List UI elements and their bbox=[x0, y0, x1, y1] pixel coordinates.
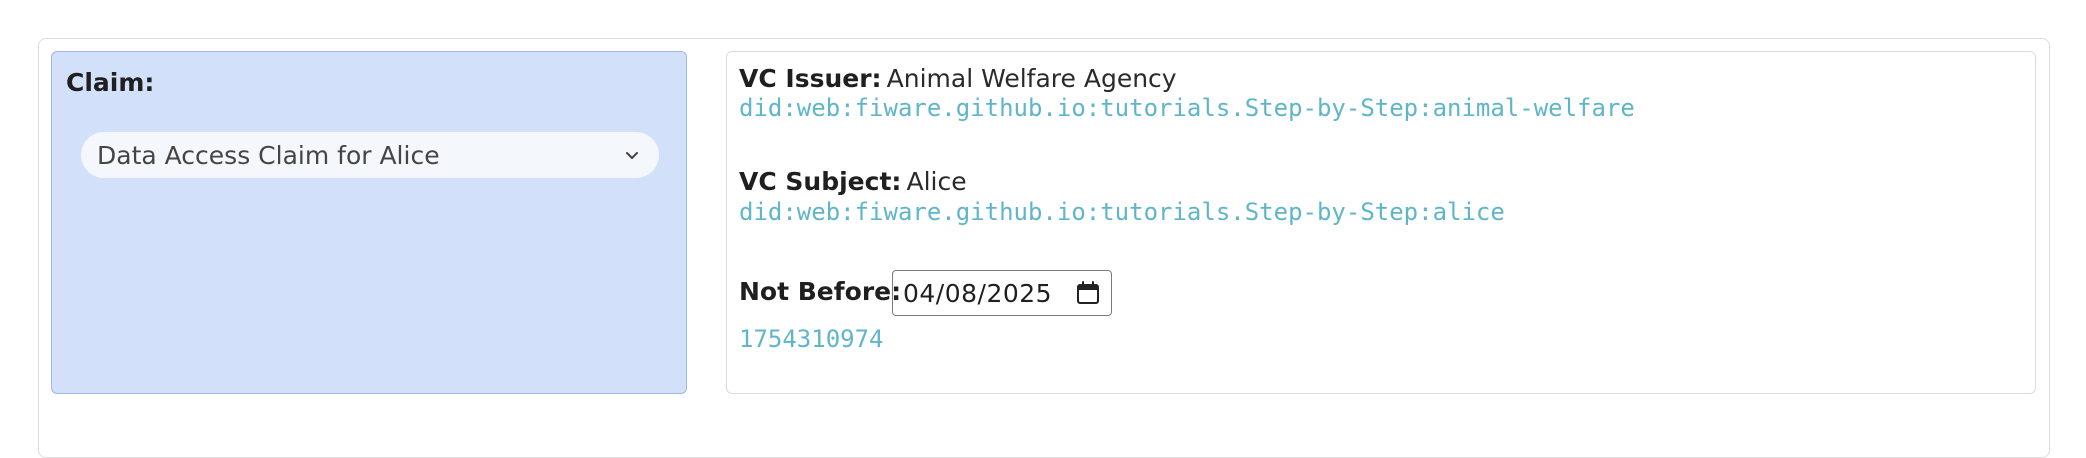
claim-select[interactable]: Data Access Claim for Alice bbox=[81, 132, 659, 178]
claim-select-value: Data Access Claim for Alice bbox=[97, 140, 440, 170]
claim-panel: Claim: Data Access Claim for Alice bbox=[51, 51, 687, 394]
vc-subject-row: VC Subject: Alice bbox=[739, 167, 967, 196]
chevron-down-icon bbox=[623, 146, 641, 164]
vc-subject-name: Alice bbox=[906, 167, 967, 196]
not-before-date-input[interactable]: 04/08/2025 bbox=[892, 270, 1112, 316]
vc-issuer-name: Animal Welfare Agency bbox=[886, 64, 1177, 93]
calendar-icon[interactable] bbox=[1075, 280, 1101, 306]
vc-issuer-row: VC Issuer: Animal Welfare Agency bbox=[739, 64, 1177, 93]
vc-subject-label: VC Subject: bbox=[739, 167, 902, 196]
not-before-timestamp: 1754310974 bbox=[739, 325, 884, 353]
claim-label: Claim: bbox=[66, 68, 155, 97]
vc-details-panel: VC Issuer: Animal Welfare Agency did:web… bbox=[726, 51, 2036, 394]
vc-issuer-label: VC Issuer: bbox=[739, 64, 882, 93]
not-before-label: Not Before: bbox=[739, 277, 902, 306]
not-before-date-value: 04/08/2025 bbox=[903, 278, 1053, 308]
vc-subject-did: did:web:fiware.github.io:tutorials.Step-… bbox=[739, 198, 1505, 226]
vc-issuer-did: did:web:fiware.github.io:tutorials.Step-… bbox=[739, 94, 1635, 122]
